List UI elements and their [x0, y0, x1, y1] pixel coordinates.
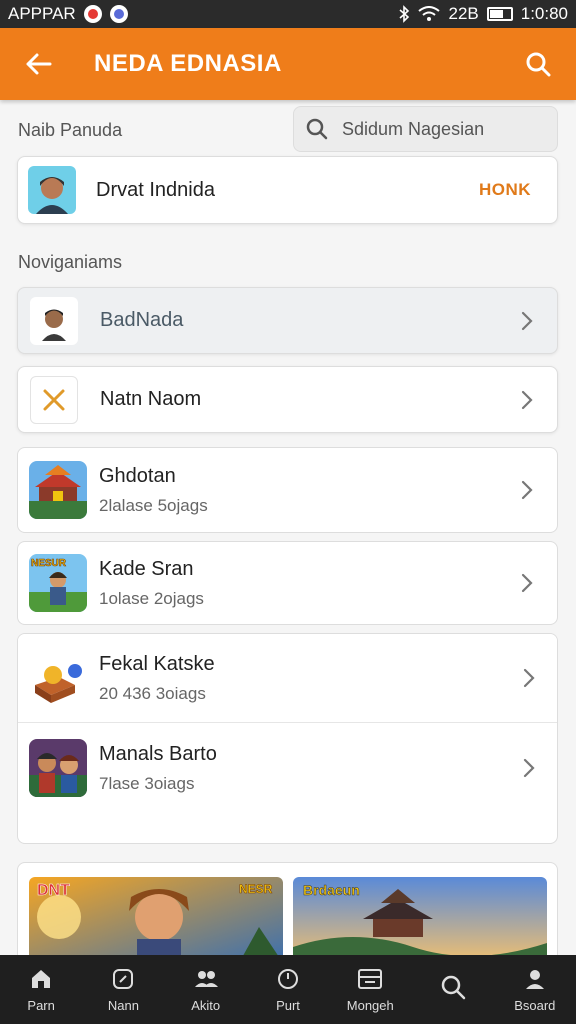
game-item[interactable]: Manals Barto 7lase 3oiags: [18, 723, 557, 813]
status-bar: APPPAR 22B 1:0:80: [0, 0, 576, 28]
status-left: APPPAR: [8, 4, 128, 24]
game-subtitle: 1olase 2ojags: [99, 588, 204, 608]
group-icon: [193, 966, 219, 992]
profile-action-link[interactable]: HONK: [479, 180, 531, 200]
compass-icon: [110, 966, 136, 992]
bluetooth-icon: [399, 5, 410, 23]
close-icon: [43, 389, 65, 410]
nav-item-icon-box: [30, 375, 78, 424]
game-title: Manals Barto: [99, 742, 217, 765]
banner-card[interactable]: Brdaeun: [293, 877, 547, 961]
signal-text: 22B: [448, 4, 479, 23]
game-text: Ghdotan 2lalase 5ojags: [99, 465, 208, 516]
chevron-right-icon: [519, 668, 539, 688]
wifi-icon: [418, 6, 441, 21]
app-notification-icon: [109, 5, 128, 23]
search-field-icon: [306, 118, 328, 140]
nav-tab-compass[interactable]: Nann: [82, 955, 164, 1024]
chevron-right-icon: [517, 311, 537, 331]
banner-label: Brdaeun: [303, 882, 360, 898]
avatar-icon: [36, 177, 68, 214]
treasure-game-icon: [29, 649, 87, 707]
status-app-text: APPPAR: [8, 4, 76, 23]
warrior-game-icon: NESUR: [29, 554, 87, 612]
nav-item-label: BadNada: [100, 309, 184, 331]
status-time: 1:0:80: [520, 4, 568, 23]
nav-tab-label: Purt: [276, 998, 300, 1013]
nav-tab-calendar[interactable]: Mongeh: [329, 955, 411, 1024]
nav-tab-group[interactable]: Akito: [165, 955, 247, 1024]
profile-card[interactable]: Drvat Indnida HONK: [17, 156, 558, 224]
back-arrow-icon: [26, 53, 52, 75]
game-title: Ghdotan: [99, 464, 176, 487]
game-subtitle: 7lase 3oiags: [99, 773, 195, 793]
bottom-nav: Parn Nann Akito Purt Mongeh Bsoard: [0, 955, 576, 1024]
profile-icon: [522, 966, 548, 992]
banner-card[interactable]: DNT NESR: [29, 877, 283, 961]
search-icon: [440, 974, 466, 1000]
chevron-right-icon: [517, 480, 537, 500]
search-icon: [526, 52, 551, 77]
nav-item-badnada[interactable]: BadNada: [17, 287, 558, 354]
profile-section-label: Naib Panuda: [18, 120, 123, 140]
nav-item-label: Natn Naom: [100, 388, 202, 410]
game-title: Fekal Katske: [99, 652, 215, 675]
nav-tab-profile[interactable]: Bsoard: [494, 955, 576, 1024]
calendar-icon: [357, 966, 383, 992]
temple-game-icon: [29, 461, 87, 519]
profile-avatar: [28, 166, 76, 214]
home-icon: [28, 966, 54, 992]
game-thumb-label: NESUR: [31, 558, 67, 569]
nav-tab-search[interactable]: [411, 955, 493, 1024]
game-group: Fekal Katske 20 436 3oiags Manals Barto …: [17, 633, 558, 844]
page-title: NEDA EDNASIA: [94, 50, 282, 77]
game-item[interactable]: NESUR Kade Sran 1olase 2ojags: [17, 541, 558, 625]
nav-tab-label: Parn: [27, 998, 55, 1013]
game-text: Manals Barto 7lase 3oiags: [99, 743, 217, 794]
chevron-right-icon: [519, 758, 539, 778]
game-list: Ghdotan 2lalase 5ojags NESUR Kade Sran 1…: [17, 447, 558, 844]
search-field[interactable]: [293, 106, 558, 152]
nav-item-avatar: [30, 296, 78, 345]
game-item[interactable]: Ghdotan 2lalase 5ojags: [17, 447, 558, 533]
banner-badge: NESR: [239, 882, 273, 896]
game-item[interactable]: Fekal Katske 20 436 3oiags: [18, 634, 557, 723]
profile-name: Drvat Indnida: [96, 178, 215, 201]
nav-tab-label: Nann: [107, 998, 139, 1013]
battery-icon: [486, 7, 513, 21]
search-button[interactable]: [520, 46, 556, 82]
nav-item-natn-naom[interactable]: Natn Naom: [17, 366, 558, 433]
game-subtitle: 2lalase 5ojags: [99, 495, 208, 515]
notification-icon: [83, 5, 102, 23]
status-right: 22B 1:0:80: [398, 4, 568, 24]
heroes-game-icon: [29, 739, 87, 797]
search-input[interactable]: [342, 118, 532, 140]
nav-tab-clock[interactable]: Purt: [247, 955, 329, 1024]
chevron-right-icon: [517, 390, 537, 410]
banner-section: DNT NESR Brdaeun: [17, 862, 558, 962]
nav-tab-label: Bsoard: [514, 998, 556, 1013]
nav-tab-label: Akito: [191, 998, 221, 1013]
clock-icon: [275, 966, 301, 992]
game-title: Kade Sran: [99, 557, 194, 580]
chevron-right-icon: [517, 573, 537, 593]
avatar-icon: [42, 309, 66, 341]
nav-tab-label: Mongeh: [346, 998, 394, 1013]
game-text: Kade Sran 1olase 2ojags: [99, 558, 204, 609]
game-text: Fekal Katske 20 436 3oiags: [99, 653, 215, 704]
nav-tab-home[interactable]: Parn: [0, 955, 82, 1024]
banner-label: DNT: [37, 882, 70, 899]
game-subtitle: 20 436 3oiags: [99, 683, 206, 703]
app-bar: NEDA EDNASIA: [0, 28, 576, 100]
nav-section-label: Noviganiams: [18, 252, 123, 272]
back-button[interactable]: [20, 46, 56, 82]
